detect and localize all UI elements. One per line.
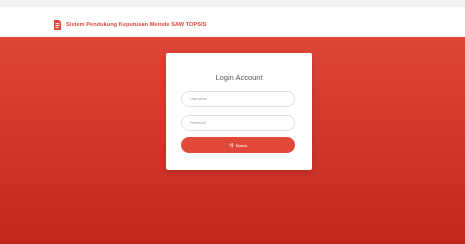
login-button[interactable]: Masuk xyxy=(181,137,295,153)
doc-icon xyxy=(54,20,61,30)
login-card: Login Account Masuk xyxy=(166,53,312,170)
login-icon xyxy=(229,143,233,147)
app-title: Sistem Pendukung Keputusan Metode SAW TO… xyxy=(66,22,207,28)
navbar: Sistem Pendukung Keputusan Metode SAW TO… xyxy=(0,7,465,37)
password-input[interactable] xyxy=(181,115,295,131)
top-strip xyxy=(0,0,465,7)
login-button-label: Masuk xyxy=(235,142,248,148)
login-title: Login Account xyxy=(215,73,263,82)
username-input[interactable] xyxy=(181,91,295,107)
brand[interactable]: Sistem Pendukung Keputusan Metode SAW TO… xyxy=(53,20,206,30)
